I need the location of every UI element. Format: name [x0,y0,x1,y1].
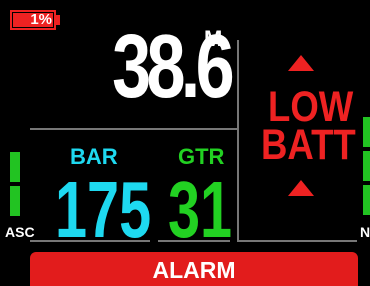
right-bar-segment [363,185,370,215]
depth-unit: M [204,26,223,51]
battery-indicator: 1% [10,10,56,30]
alarm-label: ALARM [152,257,236,283]
bar-value: 175 [55,165,152,254]
alarm-banner[interactable]: ALARM [30,252,358,286]
right-bar-segment [363,151,370,181]
asc-bar-segment [10,186,20,216]
right-indicator-label: N [360,224,370,240]
asc-bar-segment [10,152,20,182]
warning-up-arrow-icon [288,55,314,71]
battery-tip [56,15,60,25]
warning-up-arrow-icon-lower [288,180,314,196]
warning-panel-left-border [237,40,239,242]
right-bar-segment [363,117,370,147]
asc-label: ASC [5,224,35,240]
battery-level-text: 1% [30,11,52,28]
warning-line-2: BATT [261,121,356,169]
depth-divider [30,128,238,130]
warning-panel-bottom-border [237,240,357,242]
gtr-value: 31 [168,165,233,254]
